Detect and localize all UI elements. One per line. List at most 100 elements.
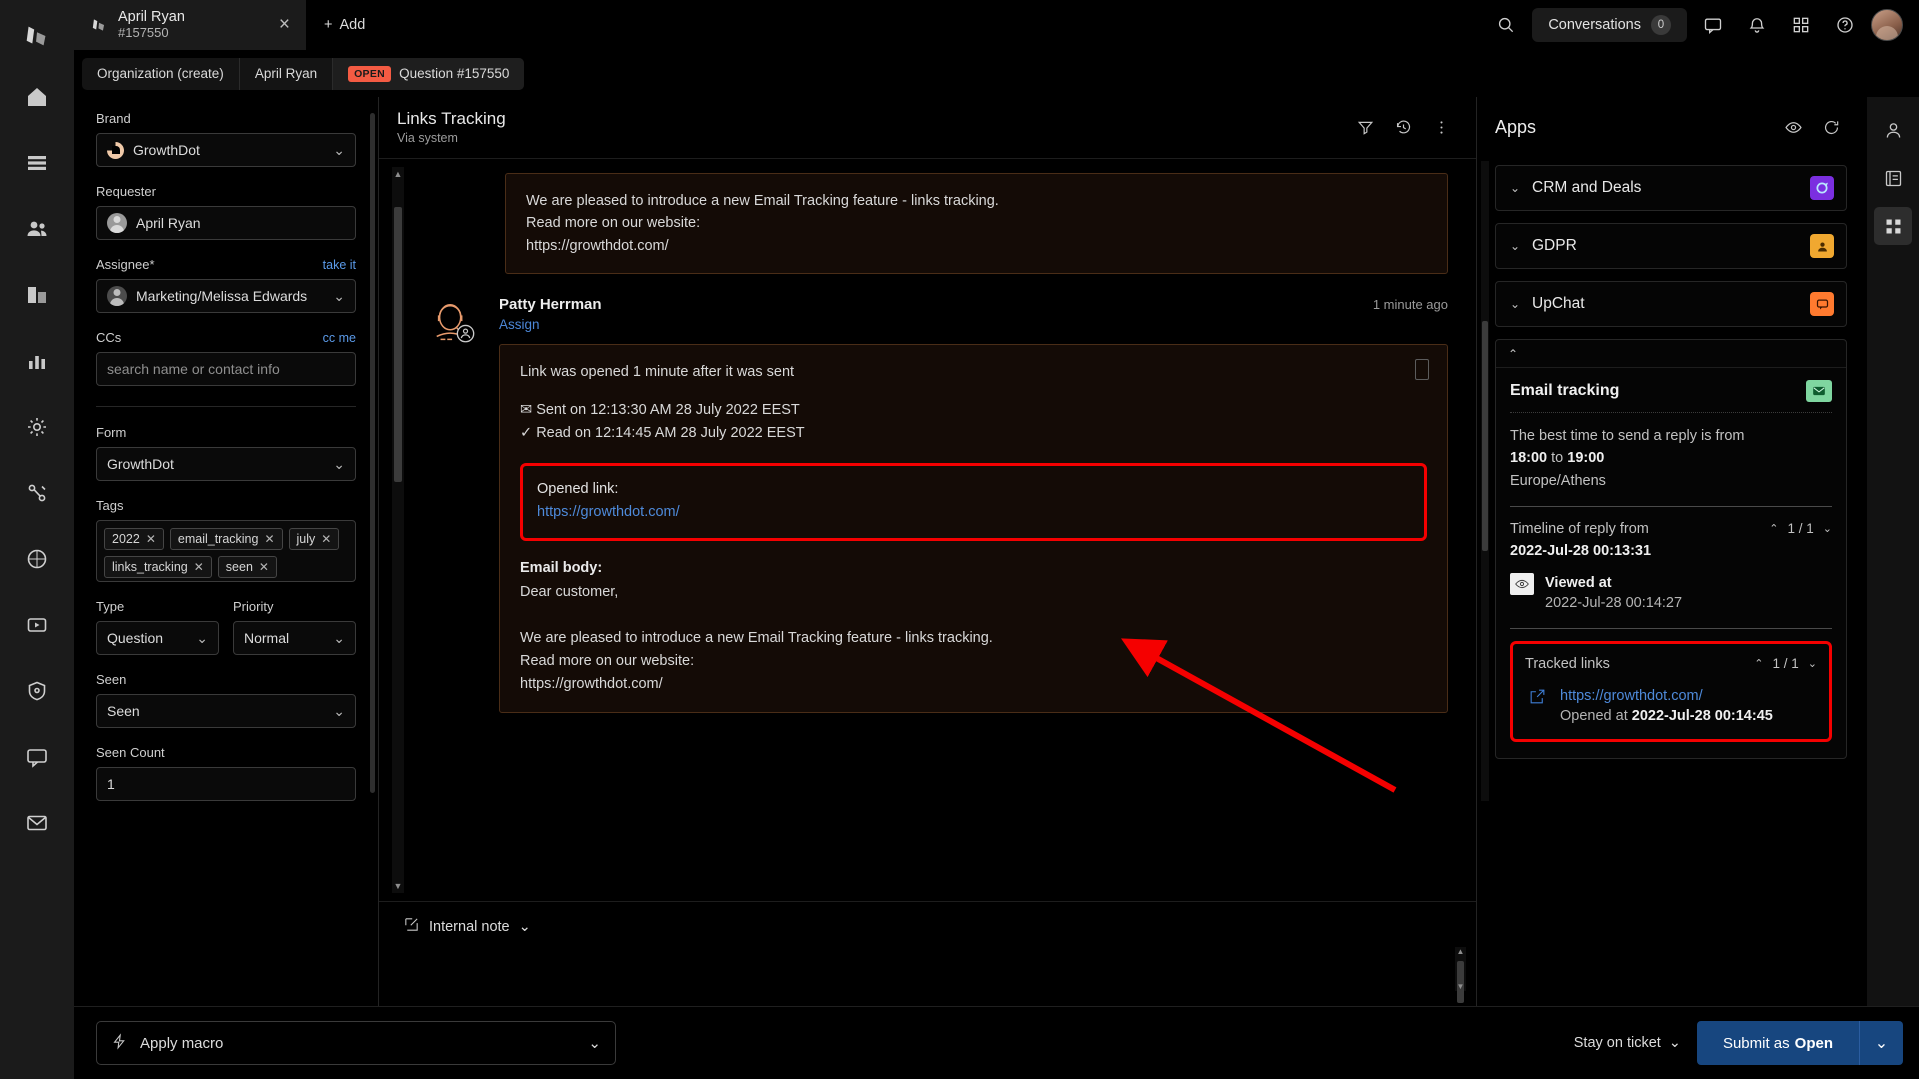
seen-count-input[interactable]: 1 (96, 767, 356, 801)
composer-scrollbar[interactable]: ▲ ▼ (1455, 947, 1466, 1003)
app-card-header[interactable]: ⌄ UpChat (1496, 282, 1846, 326)
email-tracking-collapse-toggle[interactable]: ⌃ (1496, 340, 1846, 368)
stay-on-ticket-dropdown[interactable]: Stay on ticket ⌄ (1574, 1035, 1681, 1051)
conversation-scrollbar[interactable]: ▲ ▼ (392, 167, 404, 893)
nav-home[interactable] (14, 74, 60, 120)
rail-apps-icon[interactable] (1874, 207, 1912, 245)
best-time-to: 19:00 (1567, 450, 1605, 467)
nav-automation[interactable] (14, 470, 60, 516)
app-card-header[interactable]: ⌄ CRM and Deals (1496, 166, 1846, 210)
breadcrumb-item-ticket[interactable]: OPEN Question #157550 (333, 57, 525, 90)
ticket-tab[interactable]: April Ryan #157550 × (74, 0, 306, 50)
field-assignee-label: Assignee* take it (96, 257, 356, 272)
composer-mode-selector[interactable]: Internal note ⌄ (379, 902, 1476, 937)
help-icon[interactable] (1827, 7, 1863, 43)
tag-remove-icon[interactable]: ✕ (146, 532, 156, 546)
pager-next-icon[interactable]: ⌄ (1823, 522, 1832, 535)
nav-video[interactable] (14, 602, 60, 648)
app-card-header[interactable]: ⌄ GDPR (1496, 224, 1846, 268)
requester-select[interactable]: April Ryan (96, 206, 356, 240)
add-tab-button[interactable]: + Add (306, 0, 383, 50)
apps-grid-icon[interactable] (1783, 7, 1819, 43)
tag-remove-icon[interactable]: ✕ (194, 560, 204, 574)
nav-guide[interactable] (14, 536, 60, 582)
email-tracking-separator (1510, 506, 1832, 508)
messaging-icon[interactable] (1695, 7, 1731, 43)
rail-user-icon[interactable] (1874, 111, 1912, 149)
more-options-icon[interactable] (1424, 111, 1458, 145)
seen-select[interactable]: Seen ⌄ (96, 694, 356, 728)
chevron-down-icon: ⌄ (588, 1035, 601, 1052)
opened-link-url[interactable]: https://growthdot.com/ (537, 501, 1410, 524)
scroll-down-icon[interactable]: ▼ (393, 881, 403, 891)
bell-icon[interactable] (1739, 7, 1775, 43)
pager-next-icon[interactable]: ⌄ (1808, 657, 1817, 670)
nav-chat[interactable] (14, 734, 60, 780)
apps-header: Apps (1495, 111, 1847, 143)
close-icon[interactable]: × (275, 14, 294, 36)
properties-scrollbar[interactable] (370, 113, 375, 793)
scrollbar-thumb[interactable] (1482, 321, 1488, 551)
cc-me-link[interactable]: cc me (323, 331, 356, 345)
priority-select[interactable]: Normal ⌄ (233, 621, 356, 655)
rail-knowledge-icon[interactable] (1874, 159, 1912, 197)
tag-remove-icon[interactable]: ✕ (264, 532, 274, 546)
conversations-button[interactable]: Conversations 0 (1532, 8, 1687, 42)
breadcrumb-item-organization[interactable]: Organization (create) (82, 57, 240, 90)
nav-settings[interactable] (14, 404, 60, 450)
nav-views[interactable] (14, 140, 60, 186)
chevron-up-icon: ⌃ (1508, 346, 1519, 361)
assign-link[interactable]: Assign (499, 317, 1448, 332)
pager-prev-icon[interactable]: ⌃ (1754, 657, 1763, 670)
ticket-tab-icon (90, 16, 108, 34)
status-badge: OPEN (348, 65, 392, 82)
field-requester-label: Requester (96, 184, 156, 199)
submit-group: Submit as Open ⌄ (1696, 1021, 1903, 1065)
ccs-input[interactable]: search name or contact info (96, 352, 356, 386)
history-icon[interactable] (1386, 111, 1420, 145)
filter-icon[interactable] (1348, 111, 1382, 145)
apply-macro-button[interactable]: Apply macro ⌄ (96, 1021, 616, 1065)
macro-icon (111, 1032, 128, 1054)
pager-prev-icon[interactable]: ⌃ (1769, 522, 1778, 535)
form-select[interactable]: GrowthDot ⌄ (96, 447, 356, 481)
scroll-up-icon[interactable]: ▲ (393, 169, 403, 179)
scroll-up-icon[interactable]: ▲ (1456, 947, 1465, 956)
tracking-headline: Link was opened 1 minute after it was se… (520, 364, 795, 381)
nav-organizations[interactable] (14, 272, 60, 318)
tracked-link-url[interactable]: https://growthdot.com/ (1560, 688, 1703, 704)
seen-value: Seen (107, 703, 140, 719)
submit-button[interactable]: Submit as Open (1696, 1021, 1859, 1065)
brand-select[interactable]: GrowthDot ⌄ (96, 133, 356, 167)
search-icon[interactable] (1488, 7, 1524, 43)
nav-reporting[interactable] (14, 338, 60, 384)
chevron-down-icon: ⌄ (1509, 239, 1521, 253)
assignee-select[interactable]: Marketing/Melissa Edwards ⌄ (96, 279, 356, 313)
tracking-read-line: ✓ Read on 12:14:45 AM 28 July 2022 EEST (520, 422, 1427, 445)
app-card-upchat[interactable]: ⌄ UpChat (1495, 281, 1847, 327)
tags-input[interactable]: 2022 ✕ email_tracking ✕ july ✕ links_tracki… (96, 520, 356, 582)
scroll-down-icon[interactable]: ▼ (1456, 982, 1465, 991)
viewed-event-text: Viewed at 2022-Jul-28 00:14:27 (1545, 573, 1682, 614)
left-nav-rail (0, 0, 74, 1079)
tag-label: email_tracking (177, 532, 259, 546)
take-it-link[interactable]: take it (323, 258, 356, 272)
scrollbar-thumb[interactable] (394, 207, 402, 482)
avatar[interactable] (1871, 9, 1903, 41)
tag-remove-icon[interactable]: ✕ (259, 560, 269, 574)
brand-value: GrowthDot (133, 142, 200, 158)
apply-macro-label: Apply macro (140, 1034, 224, 1052)
nav-mail[interactable] (14, 800, 60, 846)
eye-icon[interactable] (1777, 111, 1809, 143)
nav-security[interactable] (14, 668, 60, 714)
apps-scrollbar[interactable] (1481, 161, 1489, 801)
submit-options-button[interactable]: ⌄ (1859, 1021, 1903, 1065)
app-card-gdpr[interactable]: ⌄ GDPR (1495, 223, 1847, 269)
refresh-icon[interactable] (1815, 111, 1847, 143)
type-select[interactable]: Question ⌄ (96, 621, 219, 655)
breadcrumb-item-requester[interactable]: April Ryan (240, 57, 334, 90)
tag-remove-icon[interactable]: ✕ (321, 532, 331, 546)
app-card-crm[interactable]: ⌄ CRM and Deals (1495, 165, 1847, 211)
nav-customers[interactable] (14, 206, 60, 252)
viewed-value: 2022-Jul-28 00:14:27 (1545, 595, 1683, 612)
